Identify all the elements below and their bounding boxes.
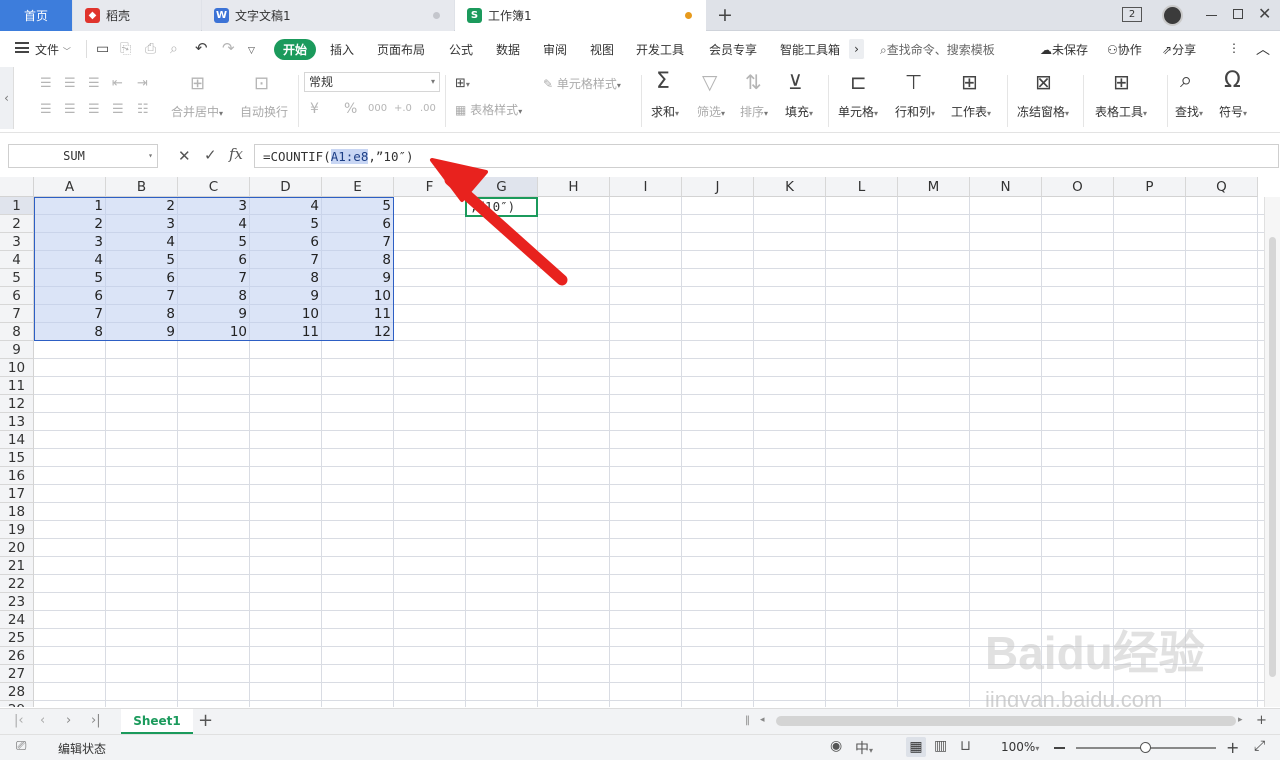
prev-sheet-icon[interactable]: ‹ (40, 713, 45, 728)
zoom-slider-thumb[interactable] (1140, 742, 1151, 753)
status-bar: ⎚ 编辑状态 ◉ 中▾ ▦ ▥ ⊔ 100%▾ + ⤢ (0, 734, 1280, 760)
add-sheet-icon[interactable]: + (198, 710, 213, 731)
zoom-out-icon[interactable] (1054, 747, 1065, 749)
normal-view-icon[interactable]: ▦ (906, 737, 926, 757)
red-arrow-annotation (430, 158, 568, 286)
first-sheet-icon[interactable]: |‹ (14, 713, 24, 728)
page-layout-view-icon[interactable]: ▥ (934, 738, 947, 754)
add-column-icon[interactable]: + (1256, 713, 1267, 728)
scroll-left-icon[interactable]: ◂ (760, 715, 765, 725)
macro-record-icon[interactable]: ⎚ (16, 739, 26, 754)
page-break-view-icon[interactable]: ⊔ (960, 738, 971, 754)
input-method-icon[interactable]: 中▾ (855, 738, 873, 758)
zoom-level[interactable]: 100%▾ (1001, 740, 1039, 754)
sheet-tab-sheet1[interactable]: Sheet1 (121, 709, 193, 734)
last-sheet-icon[interactable]: ›| (91, 713, 101, 728)
eye-protect-icon[interactable]: ◉ (830, 738, 842, 754)
fullscreen-icon[interactable]: ⤢ (1254, 738, 1265, 754)
horizontal-scroll-thumb[interactable] (776, 716, 1236, 726)
scroll-right-icon[interactable]: ▸ (1238, 715, 1243, 725)
next-sheet-icon[interactable]: › (66, 713, 71, 728)
zoom-in-icon[interactable]: + (1226, 738, 1239, 757)
sheet-tab-bar: |‹ ‹ › ›| Sheet1 + ‖ ◂ ▸ + (0, 708, 1280, 734)
edit-status: 编辑状态 (58, 742, 107, 756)
splitter-icon[interactable]: ‖ (745, 715, 750, 726)
